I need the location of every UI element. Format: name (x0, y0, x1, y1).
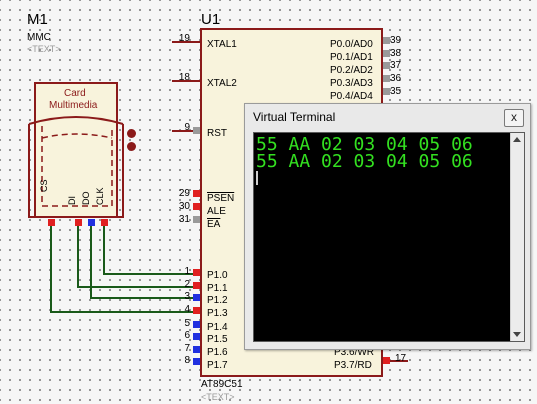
pin-1-end[interactable] (193, 269, 200, 276)
mmc-value-label: MMC (27, 32, 51, 43)
pin-p0-4-name: P0.4/AD4 (330, 91, 373, 102)
virtual-terminal-window[interactable]: Virtual Terminal x 55 AA 02 03 04 05 06 … (244, 103, 531, 350)
mmc-card[interactable]: Card Multimedia CS DI DO CLK (26, 80, 126, 220)
pin-3-end[interactable] (193, 294, 200, 301)
pin-3-num: 3 (184, 291, 190, 302)
pin-30-end[interactable] (193, 203, 200, 210)
pin-xtal2-name: XTAL2 (207, 78, 237, 89)
pin-5-num: 5 (184, 318, 190, 329)
pin-29-num: 29 (178, 188, 190, 199)
pin-2-end[interactable] (193, 282, 200, 289)
pin-31-num: 31 (178, 214, 190, 225)
wire-clk[interactable] (103, 226, 105, 275)
pin-p1-7-name: P1.7 (207, 360, 228, 371)
wire-do[interactable] (90, 226, 92, 299)
pin-p1-6-name: P1.6 (207, 347, 228, 358)
mmc-pin-di[interactable] (75, 219, 82, 226)
scroll-down-icon[interactable] (513, 332, 521, 337)
pin-p0-0-name: P0.0/AD0 (330, 39, 373, 50)
mmc-pin-clk-label: CLK (95, 187, 105, 205)
wire-di[interactable] (77, 226, 79, 288)
pin-p0-2-name: P0.2/AD2 (330, 65, 373, 76)
pin-29-end[interactable] (193, 190, 200, 197)
pin-p0-1-name: P0.1/AD1 (330, 52, 373, 63)
pin-psen-name: PSEN (207, 193, 235, 204)
pin-p1-2-name: P1.2 (207, 295, 228, 306)
wire-cs[interactable] (50, 226, 52, 313)
scroll-up-icon[interactable] (513, 137, 521, 142)
pin-rst-name: RST (207, 128, 227, 139)
mmc-pin-do-label: DO (81, 191, 91, 206)
pin-8-num: 8 (184, 355, 190, 366)
virtual-terminal-title: Virtual Terminal (253, 110, 336, 124)
pin-9-num: 9 (184, 122, 190, 133)
terminal-scrollbar[interactable] (510, 133, 524, 341)
mmc-contact-icon (127, 142, 136, 151)
pin-38-end[interactable] (383, 50, 390, 57)
pin-6-end[interactable] (193, 333, 200, 340)
pin-9-end[interactable] (193, 127, 200, 134)
pin-37-num: 37 (390, 60, 402, 71)
pin-4-end[interactable] (193, 307, 200, 314)
mmc-pin-clk[interactable] (101, 219, 108, 226)
pin-6-num: 6 (184, 330, 190, 341)
pin-17-num: 17 (395, 353, 407, 364)
pin-36-end[interactable] (383, 75, 390, 82)
mmc-card-label-1: Card (64, 88, 86, 99)
mmc-card-label-2: Multimedia (49, 100, 98, 111)
pin-8-end[interactable] (193, 358, 200, 365)
pin-p1-4-name: P1.4 (207, 322, 228, 333)
pin-39-num: 39 (390, 35, 402, 46)
pin-4-num: 4 (184, 304, 190, 315)
pin-2-num: 2 (184, 279, 190, 290)
pin-30-num: 30 (178, 201, 190, 212)
pin-39-end[interactable] (383, 37, 390, 44)
pin-18-num: 18 (178, 72, 190, 83)
pin-38-num: 38 (390, 48, 402, 59)
pin-37-end[interactable] (383, 62, 390, 69)
pin-xtal1-name: XTAL1 (207, 39, 237, 50)
pin-36-num: 36 (390, 73, 402, 84)
mmc-pin-di-label: DI (67, 196, 77, 205)
terminal-cursor (256, 171, 258, 185)
pin-ale-name: ALE (207, 206, 226, 217)
pin-17-end[interactable] (383, 357, 390, 364)
mmc-text-placeholder: <TEXT> (27, 44, 61, 54)
pin-p1-5-name: P1.5 (207, 334, 228, 345)
pin-p0-3-name: P0.3/AD3 (330, 78, 373, 89)
pin-7-end[interactable] (193, 346, 200, 353)
pin-1-num: 1 (184, 266, 190, 277)
mcu-part-label: AT89C51 (201, 379, 243, 390)
pin-35-end[interactable] (383, 88, 390, 95)
pin-p1-3-name: P1.3 (207, 308, 228, 319)
mcu-ref-label: U1 (201, 11, 221, 28)
pin-19-num: 19 (178, 33, 190, 44)
pin-31-end[interactable] (193, 216, 200, 223)
mcu-text-placeholder: <TEXT> (201, 392, 235, 402)
pin-ea-name: EA (207, 219, 221, 230)
mmc-pin-do[interactable] (88, 219, 95, 226)
pin-35-num: 35 (390, 86, 402, 97)
pin-p3-7-name: P3.7/RD (334, 360, 372, 371)
mmc-pin-cs[interactable] (48, 219, 55, 226)
mmc-contact-icon (127, 129, 136, 138)
mmc-pin-cs-label: CS (39, 179, 49, 192)
pin-p1-0-name: P1.0 (207, 270, 228, 281)
terminal-output[interactable]: 55 AA 02 03 04 05 06 55 AA 02 03 04 05 0… (253, 132, 525, 342)
pin-7-num: 7 (184, 343, 190, 354)
pin-p1-1-name: P1.1 (207, 283, 228, 294)
mmc-ref-label: M1 (27, 11, 48, 28)
close-button[interactable]: x (504, 109, 524, 127)
pin-5-end[interactable] (193, 321, 200, 328)
terminal-line: 55 AA 02 03 04 05 06 (256, 151, 473, 172)
